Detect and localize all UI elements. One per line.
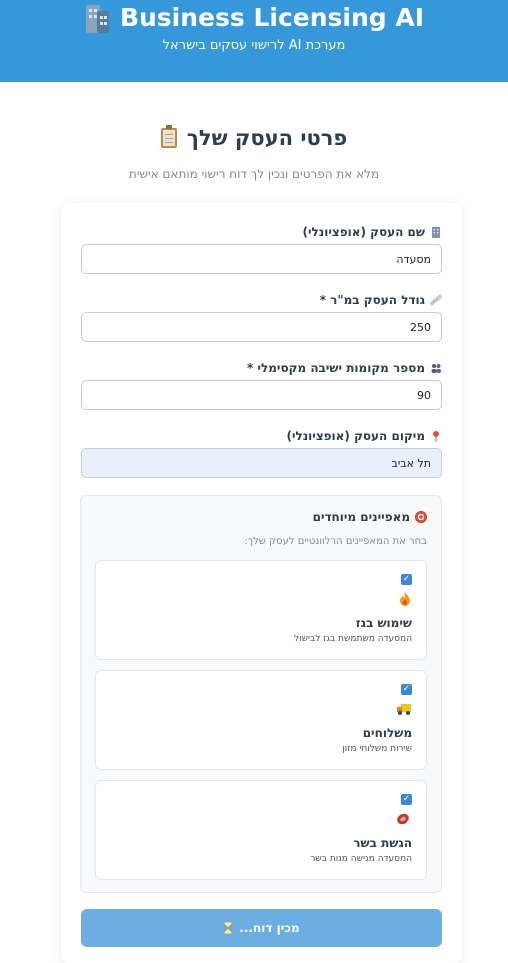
gas-feature-desc: המסעדה משתמשת בגז לבישול: [294, 634, 412, 644]
feature-card-gas[interactable]: ✓ שימוש בגז המסעדה משתמשת בגז לבישול: [95, 560, 427, 660]
business-location-label: מיקום העסק (אופציונלי): [286, 429, 442, 443]
business-size-label: גודל העסק במ"ר *: [320, 293, 442, 307]
feature-card-delivery[interactable]: ✓ משלוחים שירות משלוחי מזון: [95, 670, 427, 770]
generate-report-button[interactable]: מכין דוח...: [81, 909, 442, 947]
meat-checkbox[interactable]: ✓: [401, 794, 412, 805]
business-size-input[interactable]: [81, 312, 442, 342]
app-subtitle: מערכת AI לרישוי עסקים בישראל: [162, 38, 346, 53]
app-title: Business Licensing AI: [119, 3, 425, 32]
business-location-label-text: מיקום העסק (אופציונלי): [286, 429, 425, 443]
meat-feature-desc: המסעדה מגישה מנות בשר: [310, 854, 412, 864]
business-form-card: שם העסק (אופציונלי) גודל העסק במ"ר * מספ…: [61, 203, 462, 963]
office-icon: [432, 227, 440, 238]
features-subtitle: בחר את המאפיינים הרלוונטיים לעסק שלך:: [244, 536, 427, 547]
truck-icon: [397, 704, 411, 715]
delivery-checkbox[interactable]: ✓: [401, 684, 412, 695]
app-header: Business Licensing AI מערכת AI לרישוי עס…: [0, 0, 508, 82]
people-icon: [431, 364, 441, 373]
special-features-panel: מאפיינים מיוחדים בחר את המאפיינים הרלוונ…: [80, 495, 442, 893]
seating-capacity-input[interactable]: [81, 380, 442, 410]
delivery-feature-name: משלוחים: [362, 726, 412, 740]
business-name-label: שם העסק (אופציונלי): [303, 225, 442, 239]
business-name-input[interactable]: [81, 244, 442, 274]
fire-icon: [400, 592, 410, 606]
business-location-input[interactable]: [81, 448, 442, 478]
target-icon: [415, 511, 427, 523]
pin-icon: [433, 431, 439, 442]
form-title: פרטי העסק שלך: [186, 126, 348, 150]
business-size-label-text: גודל העסק במ"ר *: [319, 293, 425, 307]
features-title-row: מאפיינים מיוחדים: [313, 510, 427, 524]
delivery-feature-desc: שירות משלוחי מזון: [342, 744, 412, 754]
feature-card-meat[interactable]: ✓ הגשת בשר המסעדה מגישה מנות בשר: [95, 780, 427, 880]
seating-capacity-label: מספר מקומות ישיבה מקסימלי *: [247, 361, 442, 375]
clipboard-icon: [160, 125, 177, 148]
form-title-row: פרטי העסק שלך: [0, 125, 508, 150]
meat-feature-name: הגשת בשר: [353, 836, 412, 850]
features-title: מאפיינים מיוחדים: [312, 510, 410, 524]
meat-icon: [397, 813, 412, 825]
seating-capacity-label-text: מספר מקומות ישיבה מקסימלי *: [247, 361, 425, 375]
generate-report-label: מכין דוח...: [239, 921, 300, 935]
form-subtitle: מלא את הפרטים ונכין לך דוח רישוי מותאם א…: [128, 167, 380, 181]
gas-feature-name: שימוש בגז: [355, 616, 412, 630]
hourglass-icon: [223, 922, 233, 934]
gas-checkbox[interactable]: ✓: [401, 574, 412, 585]
business-name-label-text: שם העסק (אופציונלי): [302, 225, 425, 239]
building-icon: [84, 3, 110, 33]
ruler-icon: [430, 294, 442, 306]
